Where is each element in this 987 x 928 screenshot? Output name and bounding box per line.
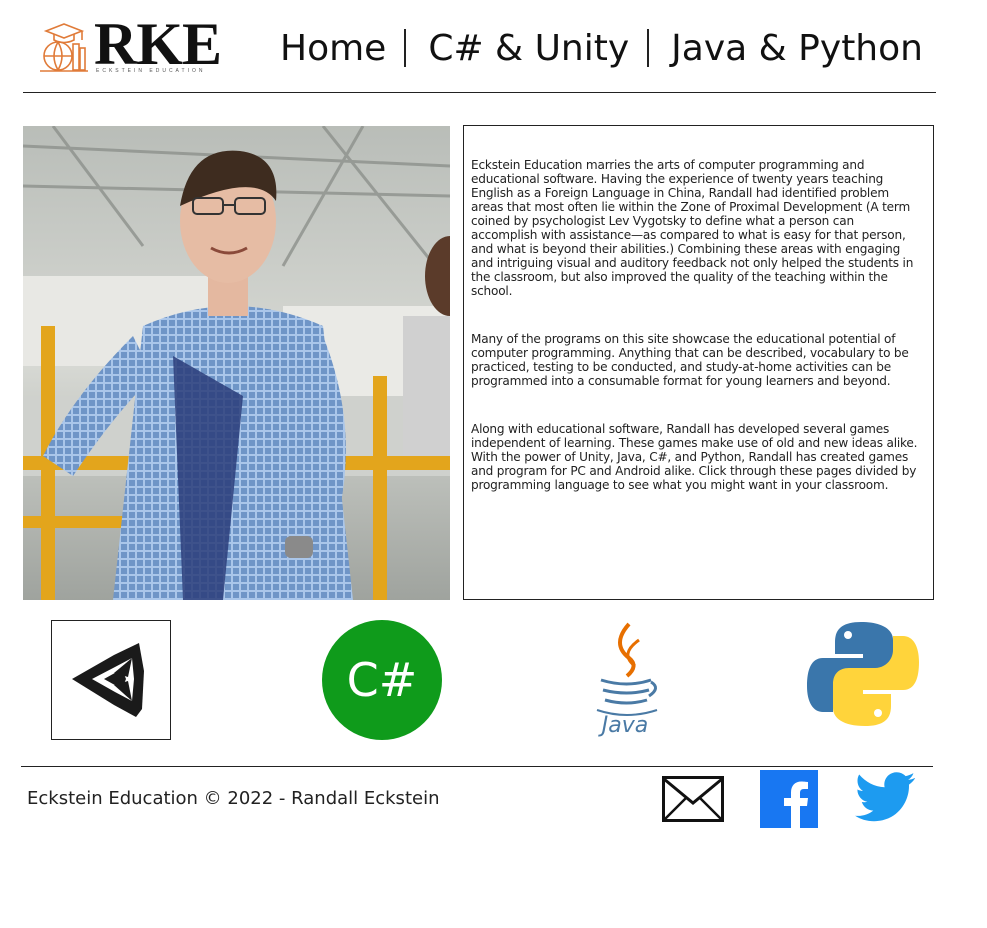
about-paragraph: Along with educational software, Randall… [471,422,918,492]
python-link[interactable] [805,620,925,740]
about-paragraph: Eckstein Education marries the arts of c… [471,158,914,298]
csharp-icon: C# [322,620,442,740]
java-link[interactable]: Java [585,620,705,740]
unity-icon [72,643,144,717]
header-divider [23,92,936,93]
facebook-icon [760,770,818,828]
nav-separator [647,29,650,67]
twitter-link[interactable] [854,772,916,826]
unity-link[interactable] [51,620,171,740]
csharp-link[interactable]: C# [322,620,442,740]
logo-wordmark: RKE [94,11,222,77]
nav-csharp-unity[interactable]: C# & Unity [428,28,629,69]
main-nav: Home C# & Unity Java & Python [280,22,923,74]
facebook-link[interactable] [760,770,818,828]
csharp-label: C# [347,653,418,707]
about-text-box: Eckstein Education marries the arts of c… [463,125,934,600]
site-logo[interactable]: RKE ECKSTEIN EDUCATION [36,11,228,77]
java-icon: Java [596,622,658,738]
about-paragraph: Many of the programs on this site showca… [471,332,909,388]
python-icon [807,622,919,726]
footer-divider [21,766,933,767]
twitter-icon [855,772,916,822]
logo-tagline: ECKSTEIN EDUCATION [96,68,206,74]
java-label: Java [598,713,648,738]
profile-photo [23,126,450,600]
email-link[interactable] [662,776,724,822]
copyright-text: Eckstein Education © 2022 - Randall Ecks… [27,788,440,809]
graduation-cap-icon [40,23,88,72]
nav-separator [404,29,407,67]
mail-icon [662,776,724,822]
nav-java-python[interactable]: Java & Python [671,28,923,69]
nav-home[interactable]: Home [280,28,386,69]
